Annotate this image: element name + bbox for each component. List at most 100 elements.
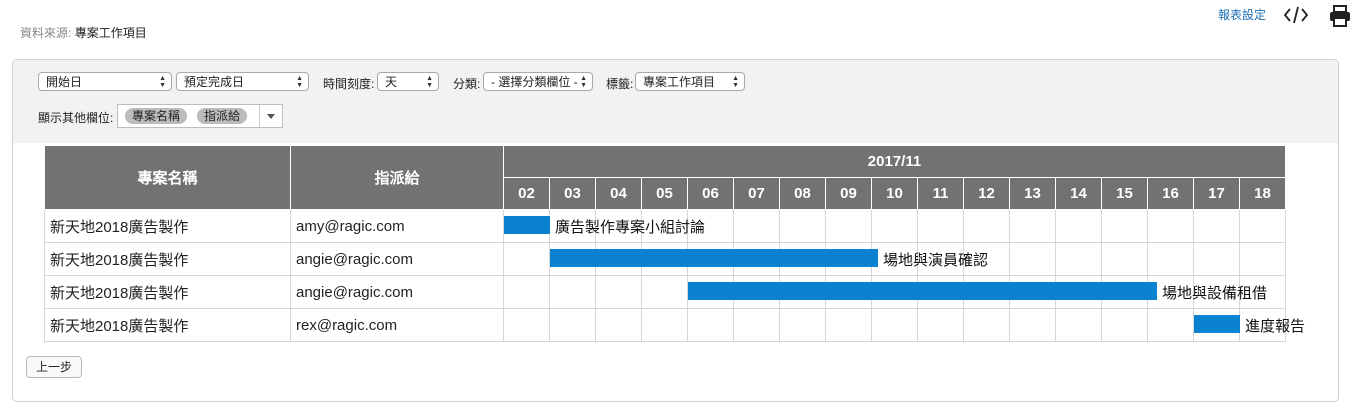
assignee-cell: amy@ragic.com (290, 209, 504, 243)
day-cell (1055, 308, 1102, 342)
day-cell (825, 209, 872, 243)
day-cell (917, 209, 964, 243)
project-name-cell: 新天地2018廣告製作 (44, 275, 291, 309)
table-row[interactable]: 新天地2018廣告製作 angie@ragic.com 場地與設備租借 (44, 275, 1286, 309)
day-cell (1101, 209, 1148, 243)
day-header: 08 (779, 177, 826, 210)
day-cell (963, 209, 1010, 243)
day-header: 17 (1193, 177, 1240, 210)
day-cell (549, 308, 596, 342)
table-row[interactable]: 新天地2018廣告製作 rex@ragic.com 進度報告 (44, 308, 1305, 342)
select-arrows-icon: ▲ ▼ (426, 75, 433, 89)
end-field-select[interactable]: 預定完成日 ▲ ▼ (176, 72, 309, 91)
group-value: - 選擇分類欄位 - (491, 75, 578, 89)
day-cell (1239, 242, 1286, 276)
task-bar[interactable] (688, 282, 1157, 300)
day-cell (1055, 209, 1102, 243)
report-panel: 開始日 ▲ ▼ 預定完成日 ▲ ▼ 時間刻度: 天 ▲ ▼ 分類: - 選擇分類欄位 … (12, 59, 1339, 402)
task-bar[interactable] (550, 249, 878, 267)
day-header: 04 (595, 177, 642, 210)
day-cell (595, 275, 642, 309)
print-icon[interactable] (1328, 5, 1352, 27)
day-cell (1055, 242, 1102, 276)
day-cell (1009, 308, 1056, 342)
month-header: 2017/11 (503, 145, 1286, 178)
day-cell (779, 209, 826, 243)
day-cell (963, 308, 1010, 342)
end-field-value: 預定完成日 (184, 75, 245, 89)
group-select[interactable]: - 選擇分類欄位 - ▲ ▼ (483, 72, 593, 91)
day-cell (1239, 209, 1286, 243)
day-cell: 場地與演員確認 (549, 242, 988, 276)
field-tag-project-name[interactable]: 專案名稱 (125, 108, 188, 124)
task-bar[interactable] (1194, 315, 1240, 333)
field-tag-assignee[interactable]: 指派給 (197, 108, 248, 124)
day-cell: 廣告製作專案小組討論 (503, 209, 705, 243)
other-fields-label: 顯示其他欄位: (38, 111, 114, 125)
day-header: 15 (1101, 177, 1148, 210)
day-cell: 進度報告 (1193, 308, 1305, 342)
gantt-table: 專案名稱 指派給 2017/11 02 03 04 05 06 07 08 09… (44, 145, 1305, 342)
day-header: 18 (1239, 177, 1286, 210)
day-cell (1009, 209, 1056, 243)
day-cell (641, 275, 688, 309)
tag-select[interactable]: 專案工作項目 ▲ ▼ (635, 72, 745, 91)
day-cell: 場地與設備租借 (687, 275, 1267, 309)
day-header: 09 (825, 177, 872, 210)
filter-area: 開始日 ▲ ▼ 預定完成日 ▲ ▼ 時間刻度: 天 ▲ ▼ 分類: - 選擇分類欄位 … (13, 60, 1338, 143)
day-cell (871, 308, 918, 342)
day-cell (1101, 242, 1148, 276)
day-header: 12 (963, 177, 1010, 210)
day-cell (503, 242, 550, 276)
assignee-cell: angie@ragic.com (290, 242, 504, 276)
day-header: 11 (917, 177, 964, 210)
day-header: 14 (1055, 177, 1102, 210)
day-header: 02 (503, 177, 550, 210)
day-cell (917, 308, 964, 342)
data-source: 資料來源: 專案工作項目 (20, 24, 147, 41)
task-label: 場地與演員確認 (883, 252, 989, 269)
start-field-value: 開始日 (46, 75, 83, 89)
day-cell (1147, 209, 1194, 243)
time-scale-select[interactable]: 天 ▲ ▼ (377, 72, 439, 91)
column-header-assignee: 指派給 (290, 145, 504, 210)
day-cell (595, 308, 642, 342)
day-cell (1193, 209, 1240, 243)
back-button[interactable]: 上一步 (26, 356, 82, 378)
code-icon[interactable] (1283, 5, 1309, 25)
project-name-cell: 新天地2018廣告製作 (44, 242, 291, 276)
day-cell (825, 308, 872, 342)
day-header: 10 (871, 177, 918, 210)
day-cell (641, 308, 688, 342)
other-fields-multiselect[interactable]: 專案名稱 指派給 (117, 104, 283, 128)
column-header-project: 專案名稱 (44, 145, 291, 210)
day-cell (503, 275, 550, 309)
data-source-value: 專案工作項目 (74, 26, 147, 40)
caret-down-icon (267, 114, 275, 119)
day-header: 06 (687, 177, 734, 210)
assignee-cell: angie@ragic.com (290, 275, 504, 309)
start-field-select[interactable]: 開始日 ▲ ▼ (38, 72, 172, 91)
day-cell (871, 209, 918, 243)
day-cell (733, 308, 780, 342)
select-arrows-icon: ▲ ▼ (732, 75, 739, 89)
day-cell (1193, 242, 1240, 276)
task-bar[interactable] (504, 216, 550, 234)
table-row[interactable]: 新天地2018廣告製作 angie@ragic.com 場地與演員確認 (44, 242, 1286, 276)
day-header: 13 (1009, 177, 1056, 210)
multiselect-dropdown-toggle[interactable] (259, 105, 283, 127)
day-cell (1101, 308, 1148, 342)
select-arrows-icon: ▲ ▼ (580, 75, 587, 89)
day-cell (687, 308, 734, 342)
assignee-cell: rex@ragic.com (290, 308, 504, 342)
table-row[interactable]: 新天地2018廣告製作 amy@ragic.com 廣告製作專案小組討論 (44, 209, 1286, 243)
select-arrows-icon: ▲ ▼ (296, 75, 303, 89)
project-name-cell: 新天地2018廣告製作 (44, 209, 291, 243)
report-settings-link[interactable]: 報表設定 (1218, 6, 1266, 23)
time-scale-label: 時間刻度: (323, 77, 375, 91)
day-cell (1147, 308, 1194, 342)
time-scale-value: 天 (385, 75, 398, 89)
day-header: 05 (641, 177, 688, 210)
day-cell (1147, 242, 1194, 276)
day-header: 07 (733, 177, 780, 210)
